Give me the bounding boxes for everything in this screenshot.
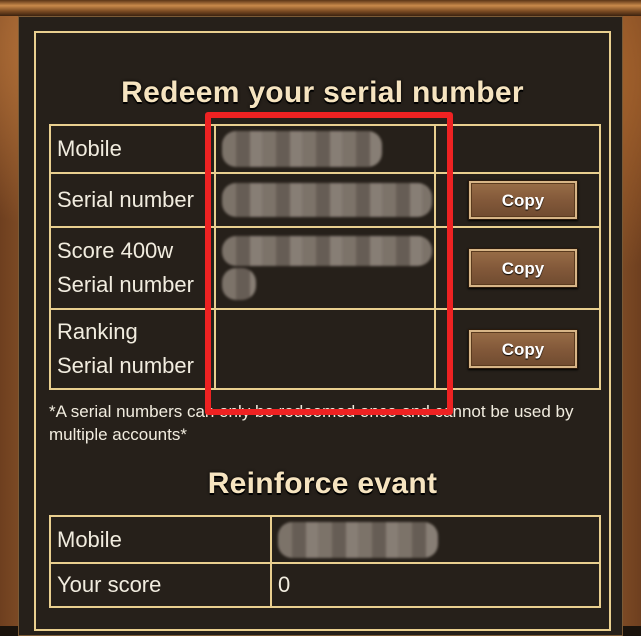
redeem-title: Redeem your serial number [121,76,524,109]
copy-score-serial-button[interactable]: Copy [468,248,578,288]
copy-cell: Copy [434,308,601,390]
row-label-score: Score 400w Serial number [49,226,216,310]
score-serial-value [214,226,436,310]
ranking-serial-value [214,308,436,390]
table-row: Mobile [49,515,601,564]
copy-serial-button[interactable]: Copy [468,180,578,220]
table-row: Your score 0 [49,562,601,608]
row-label-mobile: Mobile [49,124,216,174]
table-row: Serial number Copy [49,172,601,228]
copy-cell: Copy [434,226,601,310]
redacted-serial [222,183,432,217]
reinforce-mobile-value [270,515,601,564]
table-row: Score 400w Serial number Copy [49,226,601,310]
row-label-ranking: Ranking Serial number [49,308,216,390]
reinforce-title: Reinforce evant [207,467,438,500]
table-row: Ranking Serial number Copy [49,308,601,390]
redacted-mobile [222,131,382,167]
copy-ranking-serial-button[interactable]: Copy [468,329,578,369]
redacted-score-serial [222,236,432,266]
frame-top-trim [0,0,641,16]
empty-cell [434,124,601,174]
row-label-serial: Serial number [49,172,216,228]
redeem-table: Mobile Serial number Copy Score 400w Ser… [49,124,601,390]
table-row: Mobile [49,124,601,174]
serial-value [214,172,436,228]
copy-cell: Copy [434,172,601,228]
redacted-reinforce-mobile [278,521,438,558]
reinforce-table: Mobile Your score 0 [49,515,601,608]
redeem-note: *A serial numbers can only be redeemed o… [49,402,574,444]
mobile-value [214,124,436,174]
redacted-score-serial-tail [222,268,256,300]
reinforce-label-mobile: Mobile [49,515,272,564]
reinforce-score-value: 0 [270,562,601,608]
reinforce-label-score: Your score [49,562,272,608]
